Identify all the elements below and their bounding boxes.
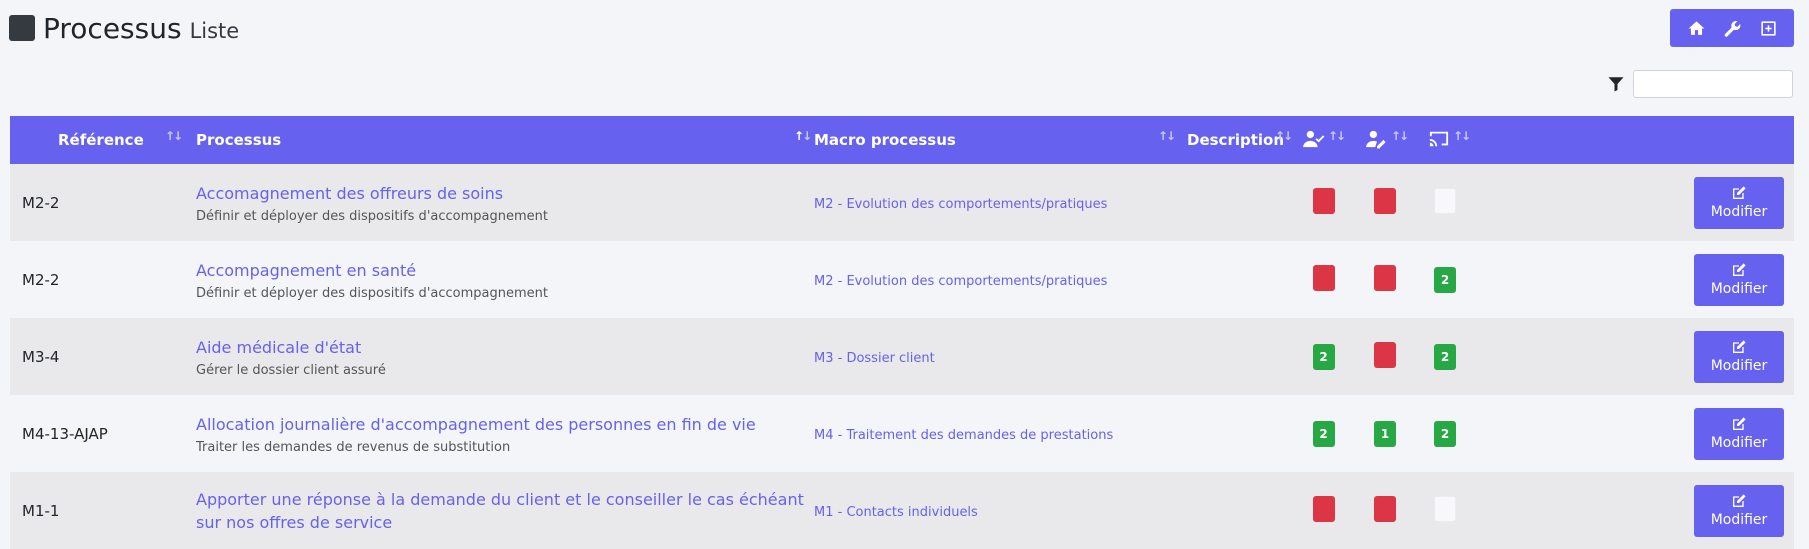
cell-reference: M4-13-AJAP [22, 424, 108, 443]
macro-link[interactable]: M2 - Evolution des comportements/pratiqu… [814, 274, 1107, 289]
toolbar [1670, 9, 1794, 47]
cell-description [1181, 472, 1293, 549]
modifier-label: Modifier [1710, 512, 1768, 528]
sort-icon[interactable]: ↑↓ [1391, 129, 1409, 143]
sort-icon[interactable]: ↑↓ [1275, 129, 1293, 143]
processus-description: Définir et déployer des dispositifs d'ac… [196, 208, 548, 224]
processus-link[interactable]: Accompagnement en santé [196, 259, 808, 282]
filter-input[interactable] [1633, 70, 1793, 98]
status-badge[interactable]: 2 [1434, 420, 1456, 447]
table-row: M4-13-AJAP Allocation journalière d'accom… [10, 395, 1794, 472]
page-title: Processus [43, 11, 182, 45]
processus-table: Référence ↑↓ Processus ↑↓ Macro processu… [10, 116, 1794, 549]
modifier-label: Modifier [1710, 435, 1768, 451]
status-badge[interactable] [1374, 264, 1396, 291]
cell-description [1181, 164, 1293, 241]
cell-reference: M2-2 [22, 270, 60, 289]
table-header: Référence ↑↓ Processus ↑↓ Macro processu… [10, 116, 1794, 164]
cell-description [1181, 318, 1293, 395]
processus-link[interactable]: Allocation journalière d'accompagnement … [196, 413, 808, 436]
cell-reference: M1-1 [22, 501, 60, 520]
col-cast[interactable]: ↑↓ [1416, 116, 1474, 164]
status-badge[interactable] [1434, 495, 1456, 522]
sort-icon[interactable]: ↑↓ [1328, 129, 1346, 143]
user-check-icon [1303, 130, 1325, 148]
col-actions [1474, 116, 1794, 164]
modifier-label: Modifier [1710, 358, 1768, 374]
page-header: Processus Liste [9, 10, 239, 46]
modifier-button[interactable]: Modifier [1694, 253, 1784, 306]
col-user-edit[interactable]: ↑↓ [1354, 116, 1416, 164]
page-subtitle: Liste [189, 19, 240, 43]
modifier-button[interactable]: Modifier [1694, 484, 1784, 537]
processus-link[interactable]: Accomagnement des offreurs de soins [196, 182, 808, 205]
cast-icon [1429, 131, 1449, 147]
processus-link[interactable]: Aide médicale d'état [196, 336, 808, 359]
status-badge[interactable]: 2 [1434, 266, 1456, 293]
sort-icon[interactable]: ↑↓ [165, 129, 183, 143]
wrench-icon [1724, 20, 1740, 37]
macro-link[interactable]: M3 - Dossier client [814, 351, 935, 366]
macro-link[interactable]: M4 - Traitement des demandes de prestati… [814, 428, 1113, 443]
home-button[interactable] [1682, 14, 1710, 42]
status-badge[interactable]: 2 [1312, 420, 1335, 447]
status-badge[interactable] [1312, 187, 1335, 214]
plus-square-icon [1760, 20, 1776, 36]
status-badge[interactable]: 2 [1312, 343, 1335, 370]
edit-icon [1733, 186, 1746, 199]
col-reference[interactable]: Référence ↑↓ [10, 116, 190, 164]
modifier-label: Modifier [1710, 204, 1768, 220]
status-badge[interactable]: 1 [1374, 420, 1396, 447]
status-badge[interactable] [1374, 187, 1396, 214]
edit-icon [1733, 263, 1746, 276]
settings-button[interactable] [1718, 14, 1746, 42]
processus-description: Traiter les demandes de revenus de subst… [196, 439, 511, 455]
modifier-button[interactable]: Modifier [1694, 330, 1784, 383]
add-button[interactable] [1754, 14, 1782, 42]
processus-description: Gérer le dossier client assuré [196, 362, 386, 378]
modifier-button[interactable]: Modifier [1694, 176, 1784, 229]
sort-icon[interactable]: ↑↓ [1158, 129, 1176, 143]
sort-icon[interactable]: ↑↓ [1453, 129, 1471, 143]
col-description[interactable]: Description ↑↓ [1181, 116, 1293, 164]
filter-icon [1608, 77, 1624, 92]
modifier-button[interactable]: Modifier [1694, 407, 1784, 460]
processus-description: Définir et déployer des dispositifs d'ac… [196, 285, 548, 301]
status-badge[interactable] [1374, 341, 1396, 368]
cell-description [1181, 395, 1293, 472]
title-icon [9, 15, 35, 41]
table-row: M1-1 Apporter une réponse à la demande du… [10, 472, 1794, 549]
macro-link[interactable]: M2 - Evolution des comportements/pratiqu… [814, 197, 1107, 212]
home-icon [1688, 20, 1704, 35]
table-row: M2-2 Accomagnement des offreurs de soins D… [10, 164, 1794, 241]
cell-description [1181, 241, 1293, 318]
status-badge[interactable]: 2 [1434, 343, 1456, 370]
table-row: M2-2 Accompagnement en santé Définir et dé… [10, 241, 1794, 318]
table-row: M3-4 Aide médicale d'état Gérer le dossier… [10, 318, 1794, 395]
filter-bar [1607, 70, 1793, 98]
macro-link[interactable]: M1 - Contacts individuels [814, 505, 978, 520]
status-badge[interactable] [1312, 495, 1335, 522]
status-badge[interactable] [1312, 264, 1335, 291]
col-user-check[interactable]: ↑↓ [1293, 116, 1354, 164]
col-processus[interactable]: Processus ↑↓ [190, 116, 812, 164]
col-macro[interactable]: Macro processus ↑↓ [808, 116, 1181, 164]
user-edit-icon [1366, 130, 1386, 149]
edit-icon [1733, 494, 1746, 507]
modifier-label: Modifier [1710, 281, 1768, 297]
edit-icon [1733, 417, 1746, 430]
status-badge[interactable] [1434, 187, 1456, 214]
processus-link[interactable]: Apporter une réponse à la demande du cli… [196, 488, 808, 534]
cell-reference: M2-2 [22, 193, 60, 212]
cell-reference: M3-4 [22, 347, 60, 366]
edit-icon [1733, 340, 1746, 353]
status-badge[interactable] [1374, 495, 1396, 522]
